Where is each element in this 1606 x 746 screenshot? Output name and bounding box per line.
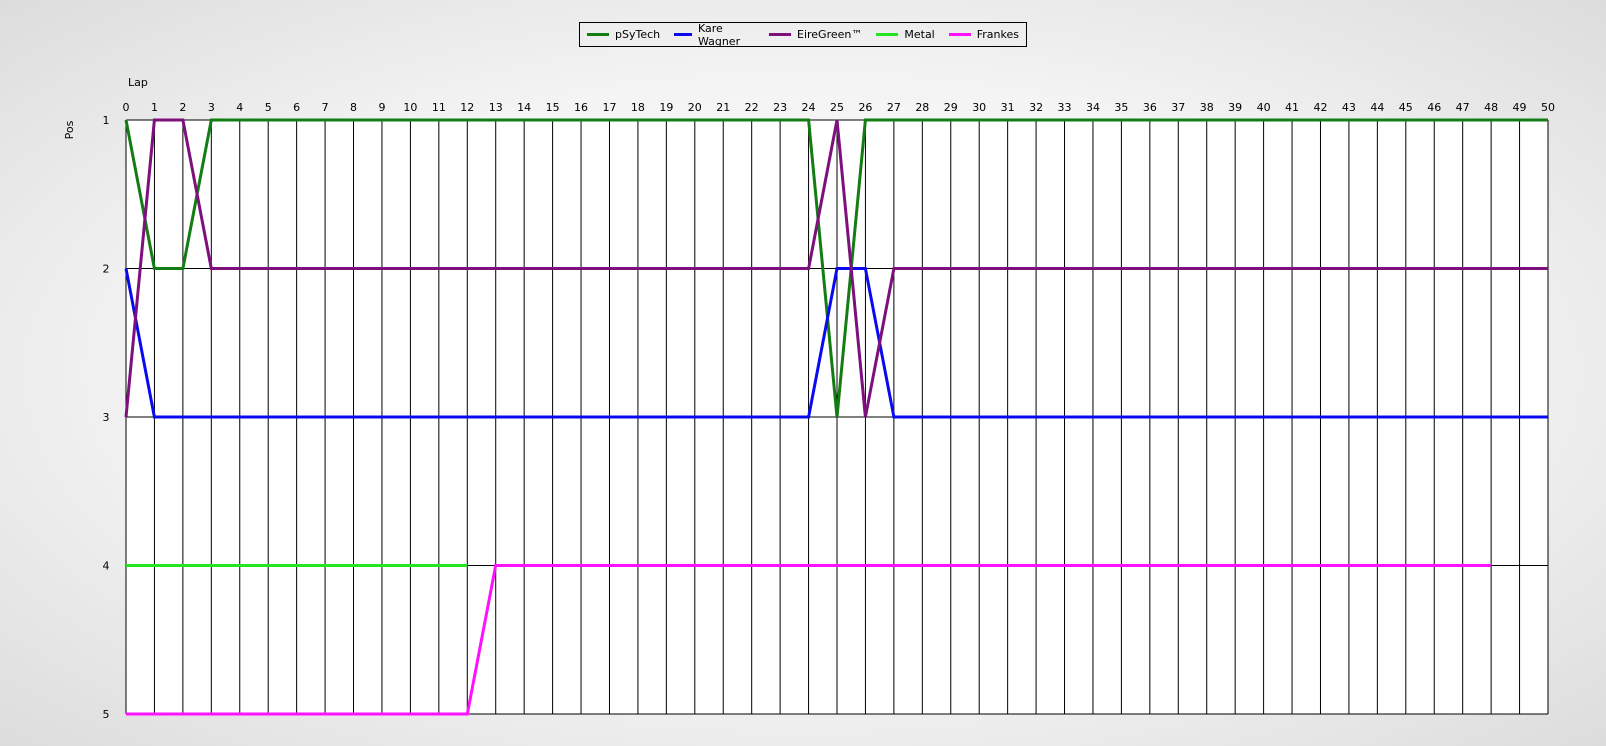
legend-swatch xyxy=(769,33,791,36)
legend-label: EireGreen™ xyxy=(797,28,863,41)
lap-chart-plot: 0 1 2 3 4 5 6 7 8 9 10 11 12 13 14 15 16 17 18 19 20 21 22 23 24… xyxy=(63,76,1555,721)
x-tick-label: 18 xyxy=(631,101,645,114)
legend-swatch xyxy=(948,33,971,36)
x-tick-label: 26 xyxy=(858,101,872,114)
x-tick-label: 16 xyxy=(574,101,588,114)
x-tick-label: 43 xyxy=(1342,101,1356,114)
x-tick-label: 45 xyxy=(1399,101,1413,114)
x-tick-label: 34 xyxy=(1086,101,1100,114)
x-tick-label: 4 xyxy=(236,101,243,114)
y-tick-label: 1 xyxy=(103,114,110,127)
x-tick-label: 21 xyxy=(716,101,730,114)
y-tick-label: 4 xyxy=(103,560,110,573)
x-tick-label: 12 xyxy=(460,101,474,114)
legend-label: Frankes xyxy=(976,28,1019,41)
x-tick-label: 36 xyxy=(1143,101,1157,114)
x-tick-label: 15 xyxy=(546,101,560,114)
x-tick-label: 44 xyxy=(1370,101,1384,114)
x-tick-label: 32 xyxy=(1029,101,1043,114)
x-tick-label: 37 xyxy=(1171,101,1185,114)
legend-label: Kare Wagner xyxy=(697,21,741,48)
y-axis-title: Pos xyxy=(63,120,76,139)
legend-item: Frankes xyxy=(948,28,1019,41)
x-tick-label: 30 xyxy=(972,101,986,114)
x-tick-label: 0 xyxy=(123,101,130,114)
legend-label: pSyTech xyxy=(615,28,661,41)
x-tick-label: 13 xyxy=(489,101,503,114)
x-tick-label: 9 xyxy=(378,101,385,114)
x-tick-label: 14 xyxy=(517,101,531,114)
x-tick-label: 31 xyxy=(1001,101,1015,114)
legend-item: Metal xyxy=(876,28,935,41)
x-tick-label: 35 xyxy=(1114,101,1128,114)
x-tick-label: 41 xyxy=(1285,101,1299,114)
legend-swatch xyxy=(876,33,899,36)
x-tick-label: 7 xyxy=(322,101,329,114)
x-tick-label: 17 xyxy=(602,101,616,114)
x-tick-label: 46 xyxy=(1427,101,1441,114)
y-tick-label: 2 xyxy=(103,263,110,276)
x-tick-label: 1 xyxy=(151,101,158,114)
x-tick-label: 10 xyxy=(403,101,417,114)
legend-item: EireGreen™ xyxy=(769,28,862,41)
legend-label: Metal xyxy=(904,28,935,41)
x-tick-label: 50 xyxy=(1541,101,1555,114)
y-tick-label: 3 xyxy=(103,411,110,424)
x-tick-label: 29 xyxy=(944,101,958,114)
x-tick-label: 33 xyxy=(1058,101,1072,114)
x-tick-label: 8 xyxy=(350,101,357,114)
x-tick-label: 11 xyxy=(432,101,446,114)
x-tick-label: 24 xyxy=(802,101,816,114)
x-tick-label: 47 xyxy=(1456,101,1470,114)
legend-item: Kare Wagner xyxy=(674,22,755,48)
x-tick-label: 22 xyxy=(745,101,759,114)
x-tick-label: 39 xyxy=(1228,101,1242,114)
x-tick-label: 42 xyxy=(1313,101,1327,114)
legend-item: pSyTech xyxy=(587,28,660,41)
x-tick-label: 27 xyxy=(887,101,901,114)
legend-swatch xyxy=(587,33,609,36)
x-tick-label: 38 xyxy=(1200,101,1214,114)
x-tick-label: 48 xyxy=(1484,101,1498,114)
x-tick-label: 28 xyxy=(915,101,929,114)
x-tick-label: 19 xyxy=(659,101,673,114)
x-tick-label: 25 xyxy=(830,101,844,114)
legend-swatch xyxy=(674,33,692,36)
x-tick-label: 20 xyxy=(688,101,702,114)
x-axis-title: Lap xyxy=(128,76,148,89)
x-tick-label: 6 xyxy=(293,101,300,114)
chart-legend: pSyTech Kare Wagner EireGreen™ Metal Frankes xyxy=(579,22,1027,48)
y-tick-label: 5 xyxy=(103,708,110,721)
x-tick-label: 40 xyxy=(1257,101,1271,114)
x-tick-label: 2 xyxy=(179,101,186,114)
x-tick-label: 49 xyxy=(1513,101,1527,114)
position-chart: 0 1 2 3 4 5 6 7 8 9 10 11 12 13 14 15 16 17 18 19 20 21 22 23 24… xyxy=(0,0,1606,746)
x-tick-label: 5 xyxy=(265,101,272,114)
x-tick-label: 23 xyxy=(773,101,787,114)
x-tick-label: 3 xyxy=(208,101,215,114)
